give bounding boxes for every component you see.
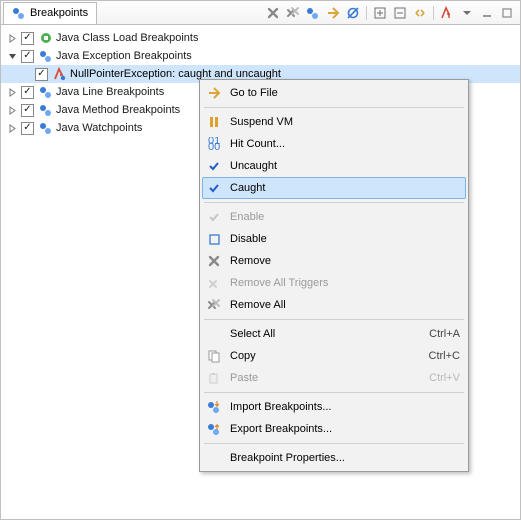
link-editor-icon[interactable]: [411, 4, 429, 22]
view-menu-icon[interactable]: [458, 4, 476, 22]
menu-label: Enable: [230, 211, 460, 223]
add-bp-icon[interactable]: [438, 4, 456, 22]
menu-shortcut: Ctrl+C: [429, 350, 460, 362]
menu-separator: [204, 319, 464, 320]
expand-icon[interactable]: [5, 106, 19, 115]
goto-file-icon: [204, 83, 224, 103]
checkbox[interactable]: [35, 68, 48, 81]
menu-label: Go to File: [230, 87, 460, 99]
expand-icon[interactable]: [5, 34, 19, 43]
menu-caught[interactable]: Caught: [202, 177, 466, 199]
menu-label: Breakpoint Properties...: [230, 452, 460, 464]
check-icon: [204, 156, 224, 176]
line-group-icon: [38, 84, 54, 100]
menu-label: Remove: [230, 255, 460, 267]
checkbox[interactable]: [21, 86, 34, 99]
view-title: Breakpoints: [30, 7, 88, 19]
menu-separator: [204, 392, 464, 393]
menu-breakpoint-properties[interactable]: Breakpoint Properties...: [202, 447, 466, 469]
unchecked-icon: [204, 229, 224, 249]
tree-label: Java Watchpoints: [56, 122, 142, 134]
context-menu: Go to File Suspend VM 01001 Hit Count...…: [199, 79, 469, 472]
menu-label: Remove All Triggers: [230, 277, 460, 289]
menu-label: Suspend VM: [230, 116, 460, 128]
menu-separator: [204, 202, 464, 203]
tree-label: Java Line Breakpoints: [56, 86, 164, 98]
collapse-icon[interactable]: [5, 52, 19, 61]
menu-suspend-vm[interactable]: Suspend VM: [202, 111, 466, 133]
menu-shortcut: Ctrl+V: [429, 372, 460, 384]
watchpoint-group-icon: [38, 120, 54, 136]
menu-select-all[interactable]: Select All Ctrl+A: [202, 323, 466, 345]
paste-icon: [204, 368, 224, 388]
menu-disable[interactable]: Disable: [202, 228, 466, 250]
checkbox[interactable]: [21, 122, 34, 135]
menu-hit-count[interactable]: 01001 Hit Count...: [202, 133, 466, 155]
counter-icon: 01001: [204, 134, 224, 154]
goto-file-icon[interactable]: [324, 4, 342, 22]
breakpoints-icon: [12, 6, 26, 20]
menu-label: Hit Count...: [230, 138, 460, 150]
menu-copy[interactable]: Copy Ctrl+C: [202, 345, 466, 367]
collapse-all-icon[interactable]: [391, 4, 409, 22]
menu-import-breakpoints[interactable]: Import Breakpoints...: [202, 396, 466, 418]
menu-separator: [204, 107, 464, 108]
exception-breakpoint-icon: [52, 66, 68, 82]
menu-label: Uncaught: [230, 160, 460, 172]
toolbar-separator: [366, 6, 367, 20]
menu-label: Remove All: [230, 299, 460, 311]
exception-group-icon: [38, 48, 54, 64]
menu-label: Import Breakpoints...: [230, 401, 460, 413]
expand-icon[interactable]: [5, 124, 19, 133]
remove-icon: [204, 251, 224, 271]
remove-all-icon[interactable]: [284, 4, 302, 22]
method-group-icon: [38, 102, 54, 118]
menu-paste: Paste Ctrl+V: [202, 367, 466, 389]
menu-label: Select All: [230, 328, 429, 340]
menu-label: Caught: [230, 182, 460, 194]
toolbar-separator-2: [433, 6, 434, 20]
copy-icon: [204, 346, 224, 366]
menu-shortcut: Ctrl+A: [429, 328, 460, 340]
checkbox[interactable]: [21, 104, 34, 117]
menu-uncaught[interactable]: Uncaught: [202, 155, 466, 177]
show-supported-icon[interactable]: [304, 4, 322, 22]
remove-selected-icon[interactable]: [264, 4, 282, 22]
tree-item[interactable]: Java Class Load Breakpoints: [1, 29, 520, 47]
import-icon: [204, 397, 224, 417]
menu-export-breakpoints[interactable]: Export Breakpoints...: [202, 418, 466, 440]
minimize-icon[interactable]: [478, 4, 496, 22]
menu-enable: Enable: [202, 206, 466, 228]
menu-remove-all[interactable]: Remove All: [202, 294, 466, 316]
menu-label: Paste: [230, 372, 429, 384]
svg-text:001: 001: [208, 141, 221, 151]
tree-label: Java Class Load Breakpoints: [56, 32, 198, 44]
tree-item[interactable]: Java Exception Breakpoints: [1, 47, 520, 65]
remove-triggers-icon: [204, 273, 224, 293]
menu-label: Copy: [230, 350, 429, 362]
view-tab-breakpoints[interactable]: Breakpoints: [3, 2, 97, 24]
menu-label: Disable: [230, 233, 460, 245]
remove-all-icon: [204, 295, 224, 315]
class-breakpoint-icon: [38, 30, 54, 46]
tree-label: Java Method Breakpoints: [56, 104, 180, 116]
menu-remove-triggers: Remove All Triggers: [202, 272, 466, 294]
menu-label: Export Breakpoints...: [230, 423, 460, 435]
view-toolbar: [264, 4, 520, 22]
export-icon: [204, 419, 224, 439]
view-header: Breakpoints: [1, 1, 520, 25]
menu-remove[interactable]: Remove: [202, 250, 466, 272]
tree-label: Java Exception Breakpoints: [56, 50, 192, 62]
skip-all-icon[interactable]: [344, 4, 362, 22]
checkbox[interactable]: [21, 50, 34, 63]
maximize-icon[interactable]: [498, 4, 516, 22]
checkbox[interactable]: [21, 32, 34, 45]
menu-go-to-file[interactable]: Go to File: [202, 82, 466, 104]
expand-icon[interactable]: [5, 88, 19, 97]
menu-separator: [204, 443, 464, 444]
check-icon: [204, 178, 224, 198]
pause-icon: [204, 112, 224, 132]
check-icon: [204, 207, 224, 227]
expand-all-icon[interactable]: [371, 4, 389, 22]
